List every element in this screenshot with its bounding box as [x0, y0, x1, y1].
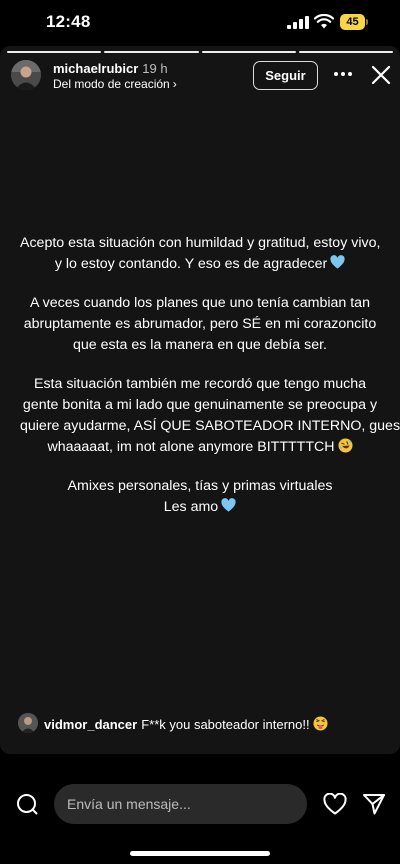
status-time: 12:48 — [46, 12, 91, 31]
story-line: gente bonita a mi lado que genuinamente … — [22, 397, 378, 413]
home-indicator — [130, 851, 270, 856]
blue-heart-icon — [221, 498, 236, 512]
follow-button[interactable]: Seguir — [253, 61, 318, 90]
avatar-image — [11, 60, 41, 90]
story-text: Acepto esta situación con humildad y gra… — [0, 233, 400, 536]
rolling-laughing-icon — [337, 438, 353, 453]
wifi-icon — [314, 14, 334, 29]
signal-icon — [287, 16, 309, 29]
story-line: A veces cuando los planes que uno tenía … — [30, 295, 370, 311]
reply-bar — [0, 770, 400, 840]
story-line: Amixes personales, tías y primas virtual… — [67, 478, 333, 494]
post-age: 19 h — [142, 61, 168, 76]
story-line: abruptamente es abrumador, pero SÉ en mi… — [23, 316, 377, 332]
story-line: quiere ayudarme, ASÍ QUE SABOTEADOR INTE… — [20, 418, 400, 434]
story-progress — [7, 51, 393, 53]
battery-tip — [366, 19, 368, 25]
progress-segment — [201, 51, 296, 53]
creation-mode-link[interactable]: Del modo de creación › — [53, 77, 177, 91]
battery-level: 45 — [346, 16, 359, 28]
comment-avatar[interactable] — [18, 713, 38, 733]
user-line: michaelrubicr 19 h — [53, 60, 168, 78]
status-bar: 12:48 45 — [0, 0, 400, 46]
progress-segment — [104, 51, 199, 53]
story-paragraph: A veces cuando los planes que uno tenía … — [20, 293, 380, 356]
story-paragraph: Acepto esta situación con humildad y gra… — [20, 233, 380, 275]
progress-segment — [298, 51, 393, 53]
story-line: que esta es la manera en que debía ser. — [73, 337, 327, 353]
send-icon[interactable] — [362, 792, 386, 816]
story-paragraph: Esta situación también me recordó que te… — [20, 374, 400, 458]
story-line-with-emoji: whaaaaat, im not alone anymore BITTTTTCH — [20, 437, 380, 458]
story-line-with-emoji: y lo estoy contando. Y eso es de agradec… — [20, 254, 380, 275]
comment-avatar-image — [18, 713, 38, 733]
avatar[interactable] — [11, 60, 41, 90]
pinned-comment[interactable]: vidmor_dancer F**k you saboteador interno… — [0, 713, 400, 735]
blue-heart-icon — [330, 255, 345, 269]
comment-username[interactable]: vidmor_dancer — [44, 717, 137, 732]
story-card[interactable]: michaelrubicr 19 h Del modo de creación › … — [0, 46, 400, 754]
story-line: Les amo — [163, 499, 219, 515]
progress-segment — [7, 51, 102, 53]
story-line: Esta situación también me recordó que te… — [33, 376, 367, 392]
comment-body: F**k you saboteador interno!! — [141, 717, 310, 732]
message-input[interactable] — [54, 784, 307, 824]
close-icon[interactable] — [369, 63, 393, 87]
story-line: Acepto esta situación con humildad y gra… — [20, 235, 381, 251]
story-header: michaelrubicr 19 h Del modo de creación › … — [0, 58, 400, 102]
username[interactable]: michaelrubicr — [53, 61, 138, 76]
chevron-right-icon: › — [172, 77, 177, 91]
comment-text: vidmor_dancer F**k you saboteador interno… — [44, 716, 328, 732]
story-line: y lo estoy contando. Y eso es de agradec… — [54, 256, 328, 272]
more-horizontal-icon[interactable] — [332, 68, 354, 80]
subtitle-text: Del modo de creación — [53, 77, 170, 91]
battery-icon: 45 — [340, 14, 368, 30]
story-paragraph: Amixes personales, tías y primas virtual… — [20, 476, 380, 518]
story-line-with-emoji: Les amo — [20, 497, 380, 518]
story-line: whaaaaat, im not alone anymore BITTTTTCH — [47, 439, 335, 455]
heart-icon[interactable] — [323, 793, 347, 815]
tongue-wink-icon — [313, 716, 328, 731]
camera-icon[interactable] — [16, 793, 38, 815]
